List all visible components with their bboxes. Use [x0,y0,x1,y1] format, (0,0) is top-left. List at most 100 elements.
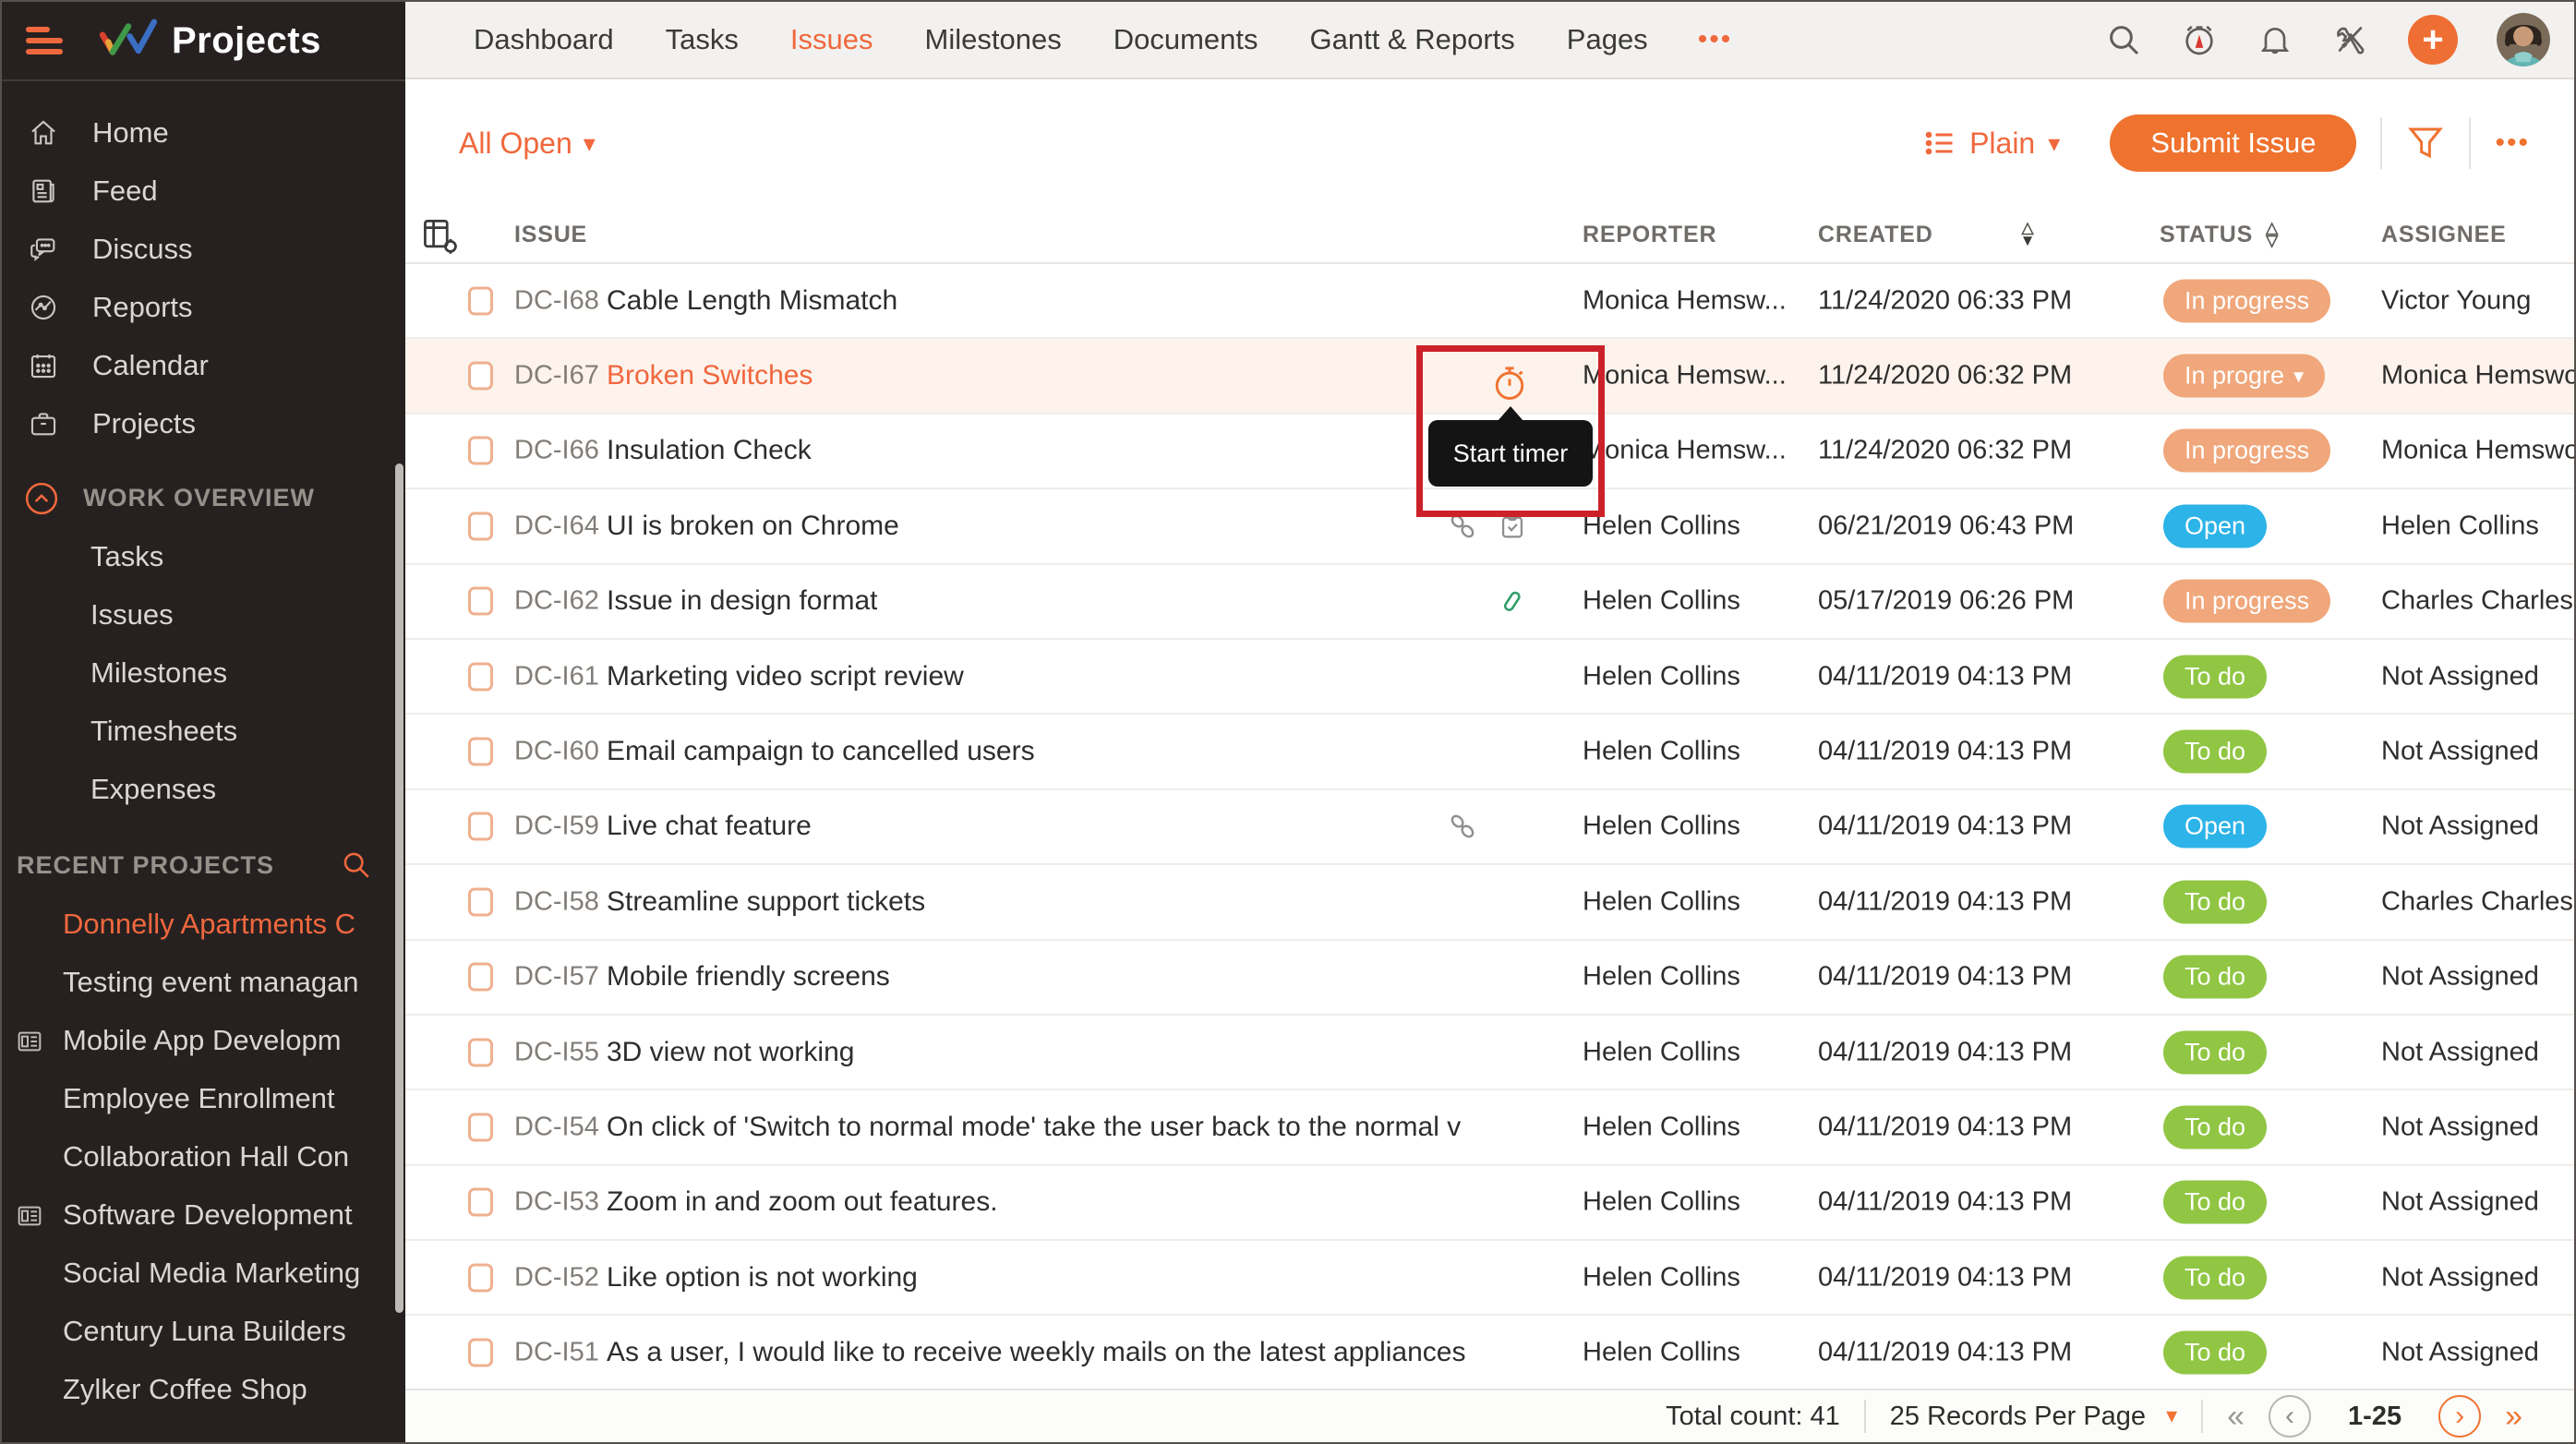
status-badge[interactable]: To do [2163,1105,2267,1149]
status-badge[interactable]: Open [2163,504,2267,548]
row-checkbox[interactable] [468,1263,493,1292]
issue-title-link[interactable]: Zoom in and zoom out features. [607,1186,998,1218]
sidebar-work-item[interactable]: Issues [2,585,405,644]
bell-icon[interactable] [2257,21,2293,58]
table-row[interactable]: DC-I51 As a user, I would like to receiv… [405,1316,2574,1390]
status-badge[interactable]: In progress [2163,429,2330,473]
view-mode-dropdown[interactable]: Plain ▾ [1923,126,2060,161]
sidebar-item[interactable]: Calendar [2,336,405,394]
sidebar-project-item[interactable]: Century Luna Builders [2,1302,405,1360]
nav-tab[interactable]: Documents [1113,23,1258,56]
sidebar-work-item[interactable]: Expenses [2,760,405,818]
nav-tab[interactable]: Milestones [925,23,1062,56]
column-reporter[interactable]: REPORTER [1583,205,1716,264]
stopwatch-icon[interactable] [1489,363,1530,405]
sidebar-item[interactable]: Home [2,103,405,162]
status-badge[interactable]: To do [2163,1030,2267,1074]
nav-tab[interactable]: Issues [790,23,873,56]
search-icon[interactable] [2105,21,2142,58]
table-row[interactable]: DC-I57 Mobile friendly screens Helen Col… [405,941,2574,1016]
column-issue[interactable]: ISSUE [514,205,587,264]
table-row[interactable]: DC-I55 3D view not working Helen Collins… [405,1016,2574,1090]
row-checkbox[interactable] [468,437,493,465]
status-badge[interactable]: To do [2163,956,2267,999]
row-checkbox[interactable] [468,587,493,616]
status-badge[interactable]: To do [2163,730,2267,774]
status-badge[interactable]: In progress [2163,580,2330,623]
issue-title-link[interactable]: UI is broken on Chrome [607,511,899,542]
row-checkbox[interactable] [468,662,493,691]
hamburger-menu-icon[interactable] [26,25,68,56]
sidebar-item[interactable]: Discuss [2,220,405,278]
add-icon[interactable]: + [2408,15,2458,65]
first-page-icon[interactable]: « [2227,1401,2245,1432]
table-row[interactable]: DC-I59 Live chat feature Helen Collins 0… [405,790,2574,865]
row-checkbox[interactable] [468,812,493,841]
issue-title-link[interactable]: Like option is not working [607,1262,918,1294]
row-checkbox[interactable] [468,362,493,391]
row-checkbox[interactable] [468,887,493,916]
search-icon[interactable] [341,849,372,881]
table-row[interactable]: DC-I61 Marketing video script review Hel… [405,640,2574,715]
column-assignee[interactable]: ASSIGNEE [2381,205,2507,264]
issue-title-link[interactable]: Mobile friendly screens [607,961,890,993]
sidebar-work-item[interactable]: Timesheets [2,702,405,760]
sidebar-project-item[interactable]: Social Media Marketing [2,1244,405,1302]
issue-title-link[interactable]: Marketing video script review [607,661,964,692]
issue-title-link[interactable]: Streamline support tickets [607,886,925,918]
sidebar-project-item[interactable]: Collaboration Hall Con [2,1127,405,1185]
status-badge[interactable]: To do [2163,1181,2267,1224]
collapse-icon[interactable] [24,481,59,516]
row-checkbox[interactable] [468,1038,493,1066]
table-row[interactable]: DC-I60 Email campaign to cancelled users… [405,715,2574,789]
last-page-icon[interactable]: » [2505,1401,2522,1432]
table-row[interactable]: DC-I53 Zoom in and zoom out features. He… [405,1166,2574,1241]
issue-title-link[interactable]: Live chat feature [607,811,812,842]
table-row[interactable]: DC-I62 Issue in design format Helen Coll… [405,565,2574,640]
records-per-page-dropdown[interactable]: 25 Records Per Page ▾ [1890,1402,2177,1432]
nav-more-button[interactable]: ••• [1698,24,1733,55]
status-badge[interactable]: To do [2163,1256,2267,1299]
sidebar-scrollbar[interactable] [395,463,403,1313]
sidebar-project-item[interactable]: Software Development [2,1185,405,1244]
column-status[interactable]: STATUS △▽ [2160,205,2279,264]
sidebar-item[interactable]: Feed [2,162,405,220]
sidebar-project-item[interactable]: Testing event managan [2,953,405,1011]
issue-title-link[interactable]: On click of 'Switch to normal mode' take… [607,1112,1461,1143]
row-checkbox[interactable] [468,286,493,315]
row-checkbox[interactable] [468,738,493,766]
row-checkbox[interactable] [468,1188,493,1217]
sidebar-item[interactable]: Projects [2,394,405,452]
sidebar-item[interactable]: Reports [2,278,405,336]
sidebar-project-item[interactable]: Donnelly Apartments C [2,895,405,953]
table-row[interactable]: DC-I54 On click of 'Switch to normal mod… [405,1090,2574,1165]
issue-filter-dropdown[interactable]: All Open ▾ [459,126,596,161]
green-link-icon[interactable] [1497,585,1528,617]
avatar[interactable] [2497,13,2550,66]
column-settings-icon[interactable] [419,214,460,255]
link-icon[interactable] [1447,811,1478,842]
sidebar-project-item[interactable]: Zylker Coffee Shop [2,1360,405,1418]
section-work-overview[interactable]: WORK OVERVIEW [2,469,405,527]
status-badge[interactable]: In progre ▾ [2163,355,2325,398]
status-badge[interactable]: To do [2163,655,2267,698]
row-checkbox[interactable] [468,963,493,992]
nav-tab[interactable]: Dashboard [474,23,614,56]
issue-title-link[interactable]: As a user, I would like to receive weekl… [607,1337,1465,1368]
status-badge[interactable]: In progress [2163,279,2330,322]
row-checkbox[interactable] [468,511,493,540]
issue-title-link[interactable]: Insulation Check [607,435,812,466]
sidebar-work-item[interactable]: Milestones [2,644,405,702]
sidebar-project-item[interactable]: Mobile App Developm [2,1011,405,1069]
row-checkbox[interactable] [468,1339,493,1367]
timer-icon[interactable] [2181,21,2218,58]
table-row[interactable]: DC-I52 Like option is not working Helen … [405,1241,2574,1316]
filter-icon[interactable] [2406,123,2445,163]
column-created[interactable]: CREATED △▼ [1818,205,2036,264]
table-row[interactable]: DC-I58 Streamline support tickets Helen … [405,865,2574,940]
sort-icon[interactable]: △▽ [2266,222,2279,247]
status-badge[interactable]: To do [2163,880,2267,923]
status-badge[interactable]: Open [2163,805,2267,848]
status-badge[interactable]: To do [2163,1331,2267,1375]
next-page-icon[interactable]: › [2438,1395,2481,1438]
